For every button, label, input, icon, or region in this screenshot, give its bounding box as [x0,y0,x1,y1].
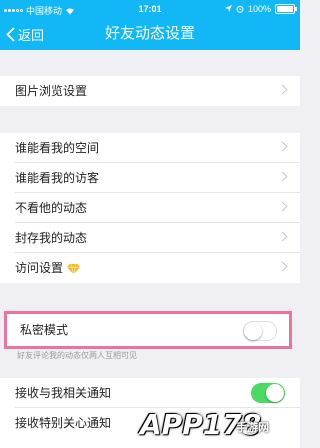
chevron-right-icon [277,84,288,95]
toggle-knob [244,322,262,340]
chevron-right-icon [277,261,288,272]
chevron-right-icon [277,141,288,152]
browse-settings-group: 图片浏览设置 [0,76,300,106]
hide-their-feed-row[interactable]: 不看他的动态 [15,193,300,223]
watermark-subtext: 手游网 [236,422,269,434]
page-title: 好友动态设置 [104,25,195,42]
notify-related-toggle[interactable] [251,383,285,403]
row-label: 图片浏览设置 [15,84,88,98]
status-right: 100% [224,4,297,14]
chevron-right-icon [277,231,288,242]
row-label: 接收特别关心通知 [15,416,112,430]
row-label: 接收与我相关通知 [15,386,112,400]
nav-bar: 返回 好友动态设置 [0,18,300,50]
row-label: 谁能看我的空间 [15,141,100,155]
private-mode-hint: 好友评论我的动态仅两人互相可见 [17,351,137,360]
status-bar: 中国移动 17:01 100% [0,0,300,18]
chevron-right-icon [277,171,288,182]
chevron-right-icon [277,201,288,212]
private-mode-toggle[interactable] [243,321,277,341]
row-label: 封存我的动态 [15,231,88,245]
alarm-icon [236,5,244,13]
battery-icon [275,4,297,14]
row-label: 谁能看我的访客 [15,171,100,185]
who-can-view-visitors-row[interactable]: 谁能看我的访客 [15,163,300,193]
private-mode-row: 私密模式 [4,311,292,349]
privacy-settings-group: 谁能看我的空间 谁能看我的访客 不看他的动态 封存我的动态 访问设置 [0,133,300,283]
row-label: 访问设置 [15,253,81,283]
who-can-view-space-row[interactable]: 谁能看我的空间 [15,133,300,163]
watermark-logo: APP178 手游网 [140,402,300,448]
access-settings-row[interactable]: 访问设置 [15,253,300,283]
toggle-knob [266,384,284,402]
private-mode-label: 私密模式 [20,323,69,337]
photo-browse-settings-row[interactable]: 图片浏览设置 [15,76,300,106]
access-settings-label: 访问设置 [15,261,64,275]
location-icon [224,5,232,12]
row-label: 不看他的动态 [15,201,88,215]
battery-percent: 100% [247,4,271,14]
diamond-icon [67,263,81,274]
archive-my-feed-row[interactable]: 封存我的动态 [15,223,300,253]
